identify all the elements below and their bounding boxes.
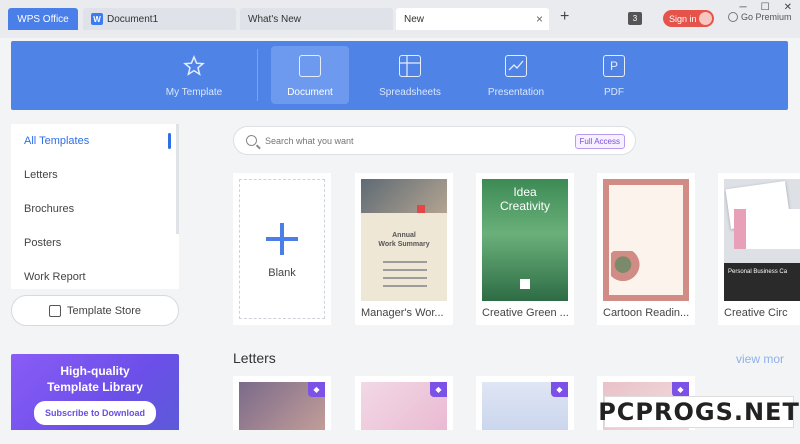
thumbnail-title-line2: Work Summary: [378, 241, 430, 248]
window-count-badge[interactable]: 3: [628, 12, 642, 25]
category-label: Presentation: [487, 87, 545, 98]
full-access-badge[interactable]: Full Access: [574, 134, 625, 149]
thumbnail-title: Annual Work Summary: [361, 231, 447, 249]
template-store-label: Template Store: [67, 304, 141, 317]
promo-line1: High-quality: [60, 364, 130, 378]
tab-wps-office[interactable]: WPS Office: [8, 8, 78, 30]
template-label: Manager's Wor...: [361, 307, 444, 319]
category-label: My Template: [165, 87, 223, 98]
view-more-link[interactable]: view mor: [736, 352, 784, 366]
category-label: Document: [287, 87, 333, 98]
plus-icon: [266, 223, 298, 255]
category-pdf[interactable]: P PDF: [575, 46, 653, 104]
close-tab-icon[interactable]: ×: [536, 12, 543, 26]
tab-bar: WPS Office W Document1 What's New New × …: [0, 0, 800, 38]
premium-gem-icon: ◆: [551, 382, 568, 397]
sidebar-item-letters[interactable]: Letters: [11, 158, 179, 192]
window-controls: ─ ☐ ✕: [740, 2, 792, 13]
go-premium-button[interactable]: Go Premium: [728, 12, 792, 22]
logo-mark: [417, 205, 425, 213]
promo-line2: Template Library: [47, 380, 143, 394]
sidebar-item-all-templates[interactable]: All Templates: [11, 124, 179, 158]
writer-icon: W: [91, 13, 103, 25]
category-divider: [257, 49, 258, 101]
tab-whats-new[interactable]: What's New: [240, 8, 393, 30]
template-label: Creative Circ: [724, 307, 788, 319]
tab-new[interactable]: New ×: [396, 8, 549, 30]
subscribe-button[interactable]: Subscribe to Download: [33, 401, 156, 425]
premium-icon: [728, 12, 738, 22]
template-thumbnail: Personal Business Ca: [724, 179, 800, 301]
pdf-icon: P: [603, 55, 625, 77]
thumbnail-title-line1: Annual: [392, 232, 416, 239]
search-icon: [246, 135, 257, 146]
category-document[interactable]: Document: [271, 46, 349, 104]
thumbnail-title: Idea Creativity: [482, 185, 568, 213]
premium-gem-icon: ◆: [430, 382, 447, 397]
watermark-logo: PCPROGS.NET: [598, 396, 800, 428]
add-tab-icon[interactable]: +: [560, 8, 569, 26]
business-card-back: [734, 209, 800, 249]
template-label: Cartoon Readin...: [603, 307, 690, 319]
go-premium-label: Go Premium: [741, 12, 792, 22]
template-label: Blank: [268, 267, 296, 279]
template-thumbnail: Annual Work Summary: [361, 179, 447, 301]
presentation-icon: [505, 55, 527, 77]
template-card-managers-work[interactable]: Annual Work Summary Manager's Wor...: [355, 173, 453, 325]
premium-gem-icon: ◆: [672, 382, 689, 397]
template-card-blank[interactable]: Blank: [233, 173, 331, 325]
qr-code: [520, 279, 530, 289]
category-my-template[interactable]: My Template: [155, 46, 233, 104]
search-input[interactable]: [265, 135, 545, 146]
thumbnail-line: [383, 277, 427, 279]
thumbnail-caption-block: Personal Business Ca: [724, 263, 800, 301]
thumbnail-photo: [361, 179, 447, 213]
thumbnail-line: [383, 261, 427, 263]
search-bar: Full Access: [233, 126, 636, 155]
sidebar-scrollbar[interactable]: [176, 124, 179, 234]
spreadsheet-icon: [399, 55, 421, 77]
category-banner: My Template Document Spreadsheets Presen…: [11, 41, 788, 110]
sign-in-label: Sign in: [669, 13, 697, 24]
template-card-creative-circle[interactable]: Personal Business Ca Creative Circ: [718, 173, 800, 325]
thumbnail-title-line1: Idea: [513, 185, 537, 199]
template-label: Creative Green ...: [482, 307, 569, 319]
category-presentation[interactable]: Presentation: [477, 46, 555, 104]
template-thumbnail: Idea Creativity: [482, 179, 568, 301]
promo-banner[interactable]: High-quality Template Library Subscribe …: [11, 354, 179, 436]
close-window-icon[interactable]: ✕: [784, 2, 792, 13]
category-spreadsheets[interactable]: Spreadsheets: [371, 46, 449, 104]
store-icon: [49, 304, 61, 317]
category-label: PDF: [604, 87, 624, 98]
sign-in-button[interactable]: Sign in: [663, 10, 714, 27]
thumbnail-title-line2: Creativity: [499, 199, 550, 213]
sidebar: All Templates Letters Brochures Posters …: [11, 124, 179, 436]
avatar-icon: [699, 12, 712, 25]
star-icon: [183, 55, 205, 77]
thumbnail-line: [383, 269, 427, 271]
sidebar-list: All Templates Letters Brochures Posters …: [11, 124, 179, 289]
category-label: Spreadsheets: [379, 87, 441, 98]
sidebar-item-posters[interactable]: Posters: [11, 226, 179, 260]
bottom-strip: [0, 430, 800, 444]
tab-new-label: New: [404, 13, 425, 25]
template-card-creative-green[interactable]: Idea Creativity Creative Green ...: [476, 173, 574, 325]
template-card-cartoon-reading[interactable]: Cartoon Readin...: [597, 173, 695, 325]
template-store-button[interactable]: Template Store: [11, 295, 179, 326]
thumbnail-line: [383, 285, 427, 287]
maximize-icon[interactable]: ☐: [761, 2, 770, 13]
sidebar-item-work-report[interactable]: Work Report: [11, 260, 179, 289]
cartoon-illustration: [611, 251, 641, 285]
tab-document1[interactable]: W Document1: [83, 8, 236, 30]
document-icon: [299, 55, 321, 77]
minimize-icon[interactable]: ─: [740, 2, 747, 13]
premium-gem-icon: ◆: [308, 382, 325, 397]
section-title-letters: Letters: [233, 350, 276, 366]
template-thumbnail: [603, 179, 689, 301]
sidebar-item-brochures[interactable]: Brochures: [11, 192, 179, 226]
tab-document1-label: Document1: [107, 13, 159, 25]
